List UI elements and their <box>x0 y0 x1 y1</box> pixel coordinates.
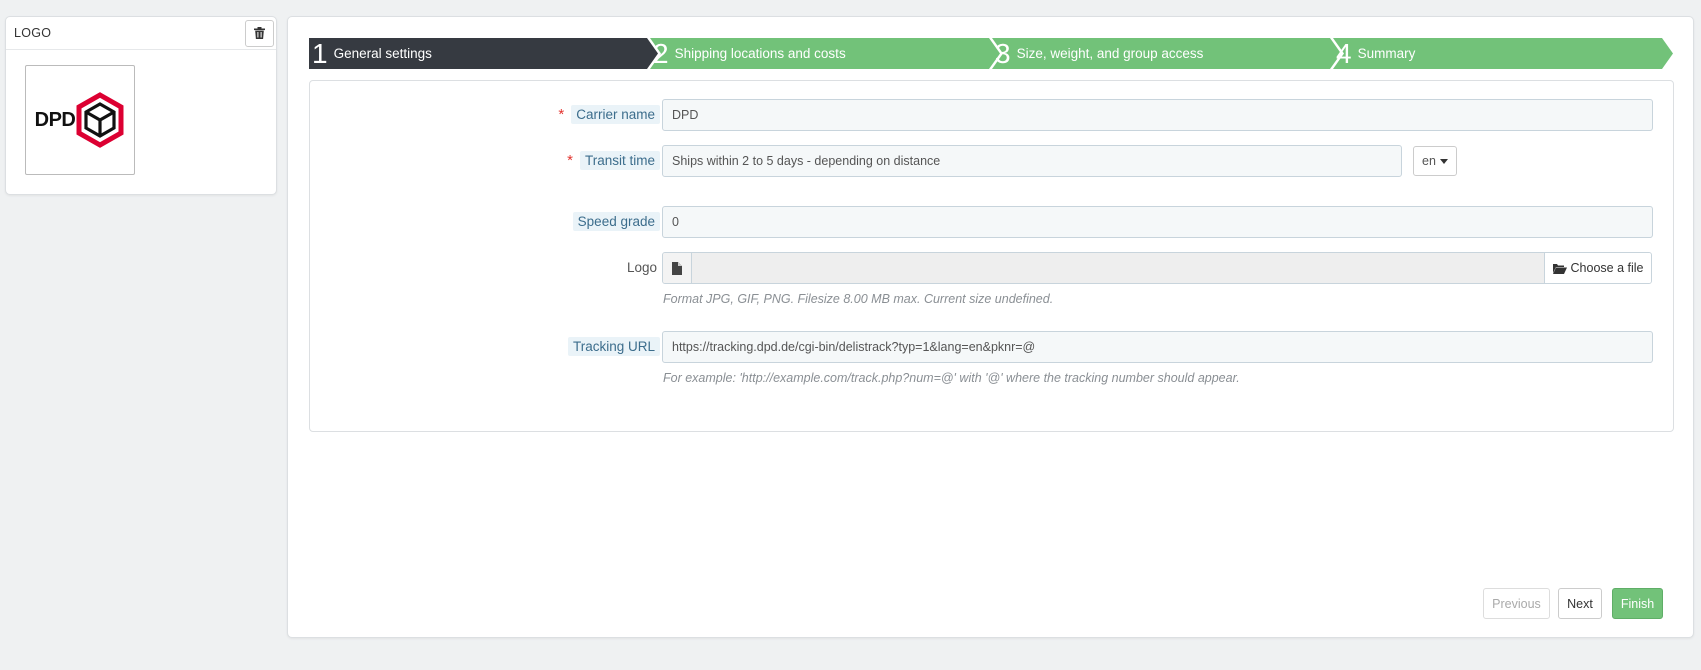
step-label: General settings <box>333 46 432 61</box>
step-number: 4 <box>1336 38 1352 69</box>
required-marker: * <box>567 151 573 169</box>
caret-down-icon <box>1439 158 1448 164</box>
general-settings-form: * Carrier name DPD * Transit time Ships … <box>309 80 1674 432</box>
step-number: 1 <box>312 38 328 69</box>
logo-label-text: Logo <box>626 259 657 275</box>
tracking-url-label: Tracking URL <box>567 335 660 357</box>
previous-button[interactable]: Previous <box>1483 588 1550 619</box>
step-label: Size, weight, and group access <box>1016 46 1204 61</box>
carrier-logo-thumbnail: DPD <box>25 65 135 175</box>
carrier-name-label: * Carrier name <box>558 103 660 125</box>
carrier-wizard-panel: 1 General settings 2 Shipping locations … <box>287 16 1694 638</box>
language-dropdown-value: en <box>1422 154 1436 168</box>
step-label: Shipping locations and costs <box>674 46 846 61</box>
step-number: 2 <box>653 38 669 69</box>
logo-panel: LOGO DPD <box>5 16 277 195</box>
transit-time-label: * Transit time <box>567 149 660 171</box>
required-marker: * <box>558 105 565 123</box>
next-button[interactable]: Next <box>1558 588 1602 619</box>
carrier-name-input[interactable]: DPD <box>662 99 1653 131</box>
carrier-logo-text: DPD <box>34 108 76 131</box>
file-icon <box>672 261 682 275</box>
step-number: 3 <box>995 38 1011 69</box>
speed-grade-input[interactable]: 0 <box>662 206 1653 238</box>
file-addon <box>663 253 692 283</box>
dpd-cube-icon <box>76 92 124 148</box>
step-size-weight-group[interactable]: 3 Size, weight, and group access <box>992 38 1330 69</box>
step-summary[interactable]: 4 Summary <box>1333 38 1662 69</box>
logo-help-text: Format JPG, GIF, PNG. Filesize 8.00 MB m… <box>663 292 1054 306</box>
logo-panel-title: LOGO <box>14 26 52 40</box>
speed-grade-label-text: Speed grade <box>572 211 660 231</box>
delete-logo-button[interactable] <box>245 19 274 47</box>
tracking-url-label-text: Tracking URL <box>567 336 660 356</box>
logo-file-upload: Choose a file <box>662 252 1652 284</box>
language-dropdown[interactable]: en <box>1413 146 1457 176</box>
wizard-steps: 1 General settings 2 Shipping locations … <box>309 38 1673 69</box>
finish-button[interactable]: Finish <box>1612 588 1663 619</box>
transit-time-label-text: Transit time <box>579 150 660 170</box>
step-general-settings[interactable]: 1 General settings <box>309 38 647 69</box>
choose-file-button[interactable]: Choose a file <box>1544 253 1651 283</box>
trash-icon <box>254 27 265 39</box>
speed-grade-label: Speed grade <box>572 210 660 232</box>
logo-panel-header: LOGO <box>6 17 276 50</box>
step-label: Summary <box>1357 46 1416 61</box>
step-shipping-locations[interactable]: 2 Shipping locations and costs <box>650 38 989 69</box>
carrier-name-label-text: Carrier name <box>571 104 660 124</box>
transit-time-input[interactable]: Ships within 2 to 5 days - depending on … <box>662 145 1402 177</box>
logo-label: Logo <box>627 256 660 278</box>
choose-file-label: Choose a file <box>1570 261 1644 275</box>
tracking-url-input[interactable]: https://tracking.dpd.de/cgi-bin/delistra… <box>662 331 1653 363</box>
folder-open-icon <box>1552 263 1567 274</box>
tracking-url-help-text: For example: 'http://example.com/track.p… <box>663 371 1240 385</box>
logo-file-input[interactable] <box>692 253 1544 283</box>
